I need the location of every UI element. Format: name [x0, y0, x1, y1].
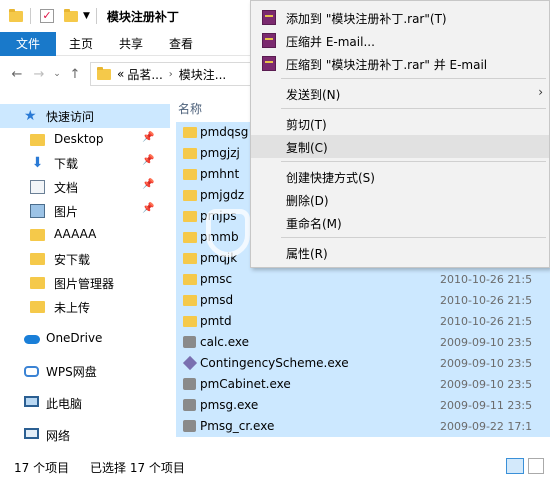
properties-icon[interactable]: ✓	[39, 8, 55, 24]
star-icon: ★	[24, 108, 37, 124]
folder-icon	[30, 134, 45, 146]
sidebar-item-not-uploaded[interactable]: 未上传	[0, 295, 170, 319]
menu-item-add-to-archive[interactable]: 添加到 "模块注册补丁.rar"(T)	[251, 6, 549, 29]
tab-file[interactable]: 文件	[0, 32, 57, 56]
pin-icon: 📌	[142, 132, 155, 143]
sidebar-item-this-pc[interactable]: 此电脑	[0, 391, 170, 415]
document-icon	[30, 180, 45, 194]
chevron-down-icon[interactable]: ▼	[83, 11, 90, 21]
sidebar-item-onedrive[interactable]: OneDrive	[0, 327, 170, 351]
file-row[interactable]: pmtd 2010-10-26 21:5	[176, 311, 550, 332]
status-bar: 17 个项目 已选择 17 个项目	[0, 453, 550, 479]
sidebar-item-desktop[interactable]: Desktop 📌	[0, 128, 170, 152]
pin-icon: 📌	[142, 203, 155, 214]
application-icon	[183, 399, 196, 411]
folder-icon	[183, 274, 197, 285]
folder-icon	[97, 66, 111, 80]
menu-item-compress-to-email[interactable]: 压缩到 "模块注册补丁.rar" 并 E-mail	[251, 52, 549, 75]
tab-home[interactable]: 主页	[56, 32, 106, 56]
sidebar-item-quick-access[interactable]: ★ 快速访问	[0, 104, 170, 128]
folder-icon	[183, 190, 197, 201]
picture-icon	[30, 204, 45, 218]
chevron-right-icon: ›	[538, 85, 543, 99]
folder-icon	[183, 211, 197, 222]
file-row[interactable]: pmsc 2010-10-26 21:5	[176, 269, 550, 290]
new-folder-icon[interactable]	[63, 8, 79, 24]
sidebar-item-anxiazai[interactable]: 安下载	[0, 247, 170, 271]
file-row[interactable]: Pmsg_cr.exe 2009-09-22 17:1	[176, 416, 550, 437]
wps-cloud-icon	[24, 366, 39, 377]
folder-icon	[183, 232, 197, 243]
application-icon	[182, 355, 198, 371]
sidebar-item-image-manager[interactable]: 图片管理器	[0, 271, 170, 295]
folder-icon	[183, 148, 197, 159]
menu-item-cut[interactable]: 剪切(T)	[251, 112, 549, 135]
application-icon	[183, 378, 196, 390]
up-icon[interactable]: ↑	[64, 67, 86, 82]
folder-icon	[8, 8, 24, 24]
network-icon	[24, 428, 39, 439]
navigation-pane: ★ 快速访问 Desktop 📌 ⬇ 下载 📌 文档 📌 图片 📌 AAAAA …	[0, 92, 170, 453]
folder-icon	[183, 169, 197, 180]
sidebar-item-downloads[interactable]: ⬇ 下载 📌	[0, 151, 170, 175]
sidebar-item-aaaaa[interactable]: AAAAA	[0, 223, 170, 247]
menu-divider	[281, 78, 546, 79]
menu-divider	[281, 237, 546, 238]
menu-divider	[281, 108, 546, 109]
folder-icon	[183, 253, 197, 264]
pin-icon: 📌	[142, 155, 155, 166]
computer-icon	[24, 396, 39, 407]
sidebar-item-pictures[interactable]: 图片 📌	[0, 199, 170, 223]
file-row[interactable]: pmsg.exe 2009-09-11 23:5	[176, 395, 550, 416]
folder-icon	[183, 316, 197, 327]
breadcrumb-item[interactable]: 品茗...	[127, 66, 162, 83]
winrar-icon	[262, 56, 276, 71]
winrar-icon	[262, 10, 276, 25]
chevron-right-icon[interactable]: ›	[169, 69, 173, 80]
breadcrumb-overflow[interactable]: «	[117, 67, 124, 81]
back-icon[interactable]: ←	[6, 67, 28, 82]
menu-item-properties[interactable]: 属性(R)	[251, 241, 549, 264]
breadcrumb-item[interactable]: 模块注...	[179, 66, 226, 83]
tab-share[interactable]: 共享	[106, 32, 156, 56]
application-icon	[183, 420, 196, 432]
tab-view[interactable]: 查看	[156, 32, 206, 56]
file-row[interactable]: ContingencyScheme.exe 2009-09-10 23:5	[176, 353, 550, 374]
file-row[interactable]: pmsd 2010-10-26 21:5	[176, 290, 550, 311]
context-menu: 添加到 "模块注册补丁.rar"(T) 压缩并 E-mail... 压缩到 "模…	[250, 0, 550, 268]
menu-item-copy[interactable]: 复制(C)	[251, 135, 549, 158]
menu-item-rename[interactable]: 重命名(M)	[251, 211, 549, 234]
details-view-icon[interactable]	[506, 458, 524, 474]
window-title: 模块注册补丁	[106, 9, 179, 24]
download-icon: ⬇	[31, 155, 44, 171]
folder-icon	[30, 229, 45, 241]
cloud-icon	[24, 335, 40, 344]
sidebar-item-wps-cloud[interactable]: WPS网盘	[0, 359, 170, 383]
file-row[interactable]: calc.exe 2009-09-10 23:5	[176, 332, 550, 353]
menu-item-delete[interactable]: 删除(D)	[251, 188, 549, 211]
folder-icon	[30, 253, 45, 265]
winrar-icon	[262, 33, 276, 48]
folder-icon	[30, 277, 45, 289]
column-header-name[interactable]: 名称	[178, 100, 202, 117]
folder-icon	[183, 295, 197, 306]
folder-icon	[30, 301, 45, 313]
menu-item-compress-email[interactable]: 压缩并 E-mail...	[251, 29, 549, 52]
large-icons-view-icon[interactable]	[528, 458, 544, 474]
sidebar-item-network[interactable]: 网络	[0, 423, 170, 447]
sidebar-item-documents[interactable]: 文档 📌	[0, 175, 170, 199]
menu-divider	[281, 161, 546, 162]
chevron-down-icon[interactable]: ⌄	[50, 69, 64, 79]
menu-item-create-shortcut[interactable]: 创建快捷方式(S)	[251, 165, 549, 188]
menu-item-send-to[interactable]: 发送到(N) ›	[251, 82, 549, 105]
forward-icon[interactable]: →	[28, 67, 50, 82]
application-icon	[183, 336, 196, 348]
folder-icon	[183, 127, 197, 138]
selected-count: 已选择 17 个项目	[90, 461, 185, 475]
file-row[interactable]: pmCabinet.exe 2009-09-10 23:5	[176, 374, 550, 395]
pin-icon: 📌	[142, 179, 155, 190]
item-count: 17 个项目	[14, 461, 70, 475]
